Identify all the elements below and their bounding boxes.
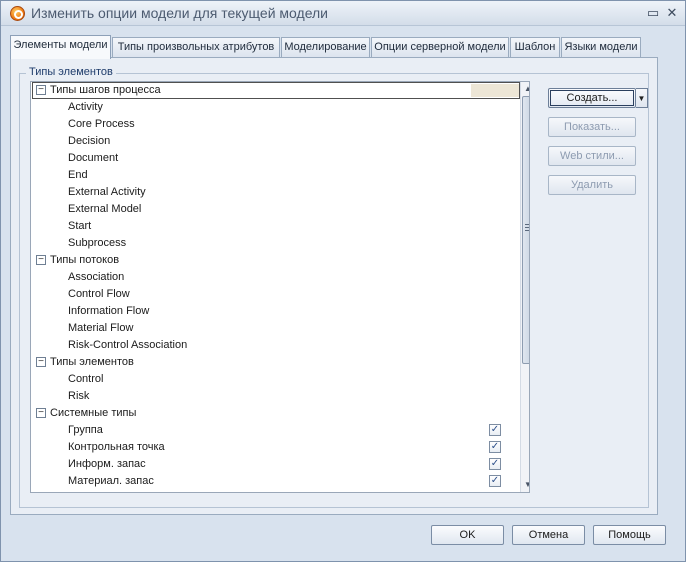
help-button[interactable]: Помощь bbox=[593, 525, 666, 545]
tree-node-label: Типы шагов процесса bbox=[50, 84, 161, 96]
collapse-icon[interactable]: − bbox=[36, 408, 46, 418]
tree-node-label: Control bbox=[68, 373, 104, 385]
ok-button[interactable]: OK bbox=[431, 525, 504, 545]
tree-node-label: Risk bbox=[68, 390, 90, 402]
minimize-icon[interactable]: ▭ bbox=[645, 5, 661, 21]
visible-checkbox[interactable]: ✓ bbox=[489, 441, 501, 453]
tree-node-label: Типы элементов bbox=[50, 356, 134, 368]
group-title: Типы элементов bbox=[26, 66, 116, 78]
tab-page-model-elements: Типы элементов ▲ ▼ −Типы шагов процессаA… bbox=[10, 57, 658, 515]
tree-node-label: Information Flow bbox=[68, 305, 150, 317]
tree-item-row[interactable]: Association bbox=[31, 269, 519, 286]
tree-node-label: Системные типы bbox=[50, 407, 137, 419]
visible-checkbox[interactable]: ✓ bbox=[489, 424, 501, 436]
tree-item-row[interactable]: Subprocess bbox=[31, 235, 519, 252]
tree-item-row[interactable]: Risk bbox=[31, 388, 519, 405]
tree-node-label: Core Process bbox=[68, 118, 135, 130]
tree-item-row[interactable]: End bbox=[31, 167, 519, 184]
tree-node-label: Subprocess bbox=[68, 237, 127, 249]
tree-node-label: End bbox=[68, 169, 88, 181]
tree-group-row[interactable]: − Системные типы bbox=[31, 405, 519, 422]
tree-node-label: External Model bbox=[68, 203, 142, 215]
create-button[interactable]: Создать... bbox=[548, 88, 636, 108]
tab-model-languages[interactable]: Языки модели bbox=[561, 37, 641, 58]
tree-item-row[interactable]: Материал. запас ✓ bbox=[31, 473, 519, 490]
tree-node-label: Material Flow bbox=[68, 322, 134, 334]
tree-item-row[interactable]: Информ. запас ✓ bbox=[31, 456, 519, 473]
window-title: Изменить опции модели для текущей модели bbox=[31, 5, 329, 21]
tree-node-label: Activity bbox=[68, 101, 103, 113]
collapse-icon[interactable]: − bbox=[36, 85, 46, 95]
show-button[interactable]: Показать... bbox=[548, 117, 636, 137]
tree-node-label: Control Flow bbox=[68, 288, 130, 300]
tree-node-label: Association bbox=[68, 271, 125, 283]
tree-node-label: Группа bbox=[68, 424, 103, 436]
tree-item-row[interactable]: Группа ✓ bbox=[31, 422, 519, 439]
tree-group-row[interactable]: − Типы элементов bbox=[31, 354, 519, 371]
selection-accent bbox=[471, 84, 519, 97]
collapse-icon[interactable]: − bbox=[36, 255, 46, 265]
collapse-icon[interactable]: − bbox=[36, 357, 46, 367]
tab-server-model-options[interactable]: Опции серверной модели bbox=[371, 37, 509, 58]
tree-item-row[interactable]: External Activity bbox=[31, 184, 519, 201]
tree-item-row[interactable]: Activity bbox=[31, 99, 519, 116]
tree-node-label: Типы потоков bbox=[50, 254, 120, 266]
tree-vertical-scrollbar[interactable]: ▲ ▼ bbox=[520, 82, 529, 492]
grip-icon bbox=[525, 224, 529, 231]
scroll-up-icon[interactable]: ▲ bbox=[521, 82, 529, 96]
app-logo-icon bbox=[10, 6, 25, 21]
tree-node-label: Risk-Control Association bbox=[68, 339, 188, 351]
cancel-button[interactable]: Отмена bbox=[512, 525, 585, 545]
title-bar: Изменить опции модели для текущей модели… bbox=[1, 1, 685, 26]
visible-checkbox[interactable]: ✓ bbox=[489, 475, 501, 487]
tab-template[interactable]: Шаблон bbox=[510, 37, 560, 58]
web-styles-button[interactable]: Web стили... bbox=[548, 146, 636, 166]
tree-group-row[interactable]: − Типы потоков bbox=[31, 252, 519, 269]
scroll-down-icon[interactable]: ▼ bbox=[521, 478, 529, 492]
tree-node-label: Материал. запас bbox=[68, 475, 154, 487]
tab-modeling[interactable]: Моделирование bbox=[281, 37, 370, 58]
tree-node-label: Decision bbox=[68, 135, 111, 147]
tree-node-label: Контрольная точка bbox=[68, 441, 165, 453]
tree-item-row[interactable]: Контрольная точка ✓ bbox=[31, 439, 519, 456]
tree-item-row[interactable]: Document bbox=[31, 150, 519, 167]
dialog-window: Изменить опции модели для текущей модели… bbox=[0, 0, 686, 562]
tree-item-row[interactable]: Decision bbox=[31, 133, 519, 150]
tree-item-row[interactable]: Core Process bbox=[31, 116, 519, 133]
element-types-group: Типы элементов ▲ ▼ −Типы шагов процессаA… bbox=[19, 66, 649, 508]
tree-node-label: Document bbox=[68, 152, 119, 164]
tree-node-label: Start bbox=[68, 220, 92, 232]
element-types-tree[interactable]: ▲ ▼ −Типы шагов процессаActivityCore Pro… bbox=[30, 81, 530, 493]
tree-item-row[interactable]: Risk-Control Association bbox=[31, 337, 519, 354]
tree-item-row[interactable]: Start bbox=[31, 218, 519, 235]
create-menu-arrow-icon[interactable]: ▼ bbox=[636, 88, 648, 108]
tab-model-elements[interactable]: Элементы модели bbox=[10, 35, 111, 59]
tree-item-row[interactable]: Information Flow bbox=[31, 303, 519, 320]
scroll-thumb[interactable] bbox=[522, 96, 529, 364]
tree-item-row[interactable]: External Model bbox=[31, 201, 519, 218]
tree-node-label: Информ. запас bbox=[68, 458, 146, 470]
tree-item-row[interactable]: Material Flow bbox=[31, 320, 519, 337]
tree-node-label: External Activity bbox=[68, 186, 146, 198]
tree-item-row[interactable]: Control bbox=[31, 371, 519, 388]
close-icon[interactable]: ✕ bbox=[664, 5, 680, 21]
delete-button[interactable]: Удалить bbox=[548, 175, 636, 195]
tab-custom-attribute-types[interactable]: Типы произвольных атрибутов bbox=[112, 37, 280, 58]
tree-item-row[interactable]: Control Flow bbox=[31, 286, 519, 303]
tree-group-row[interactable]: − Типы шагов процесса bbox=[31, 82, 520, 99]
visible-checkbox[interactable]: ✓ bbox=[489, 458, 501, 470]
